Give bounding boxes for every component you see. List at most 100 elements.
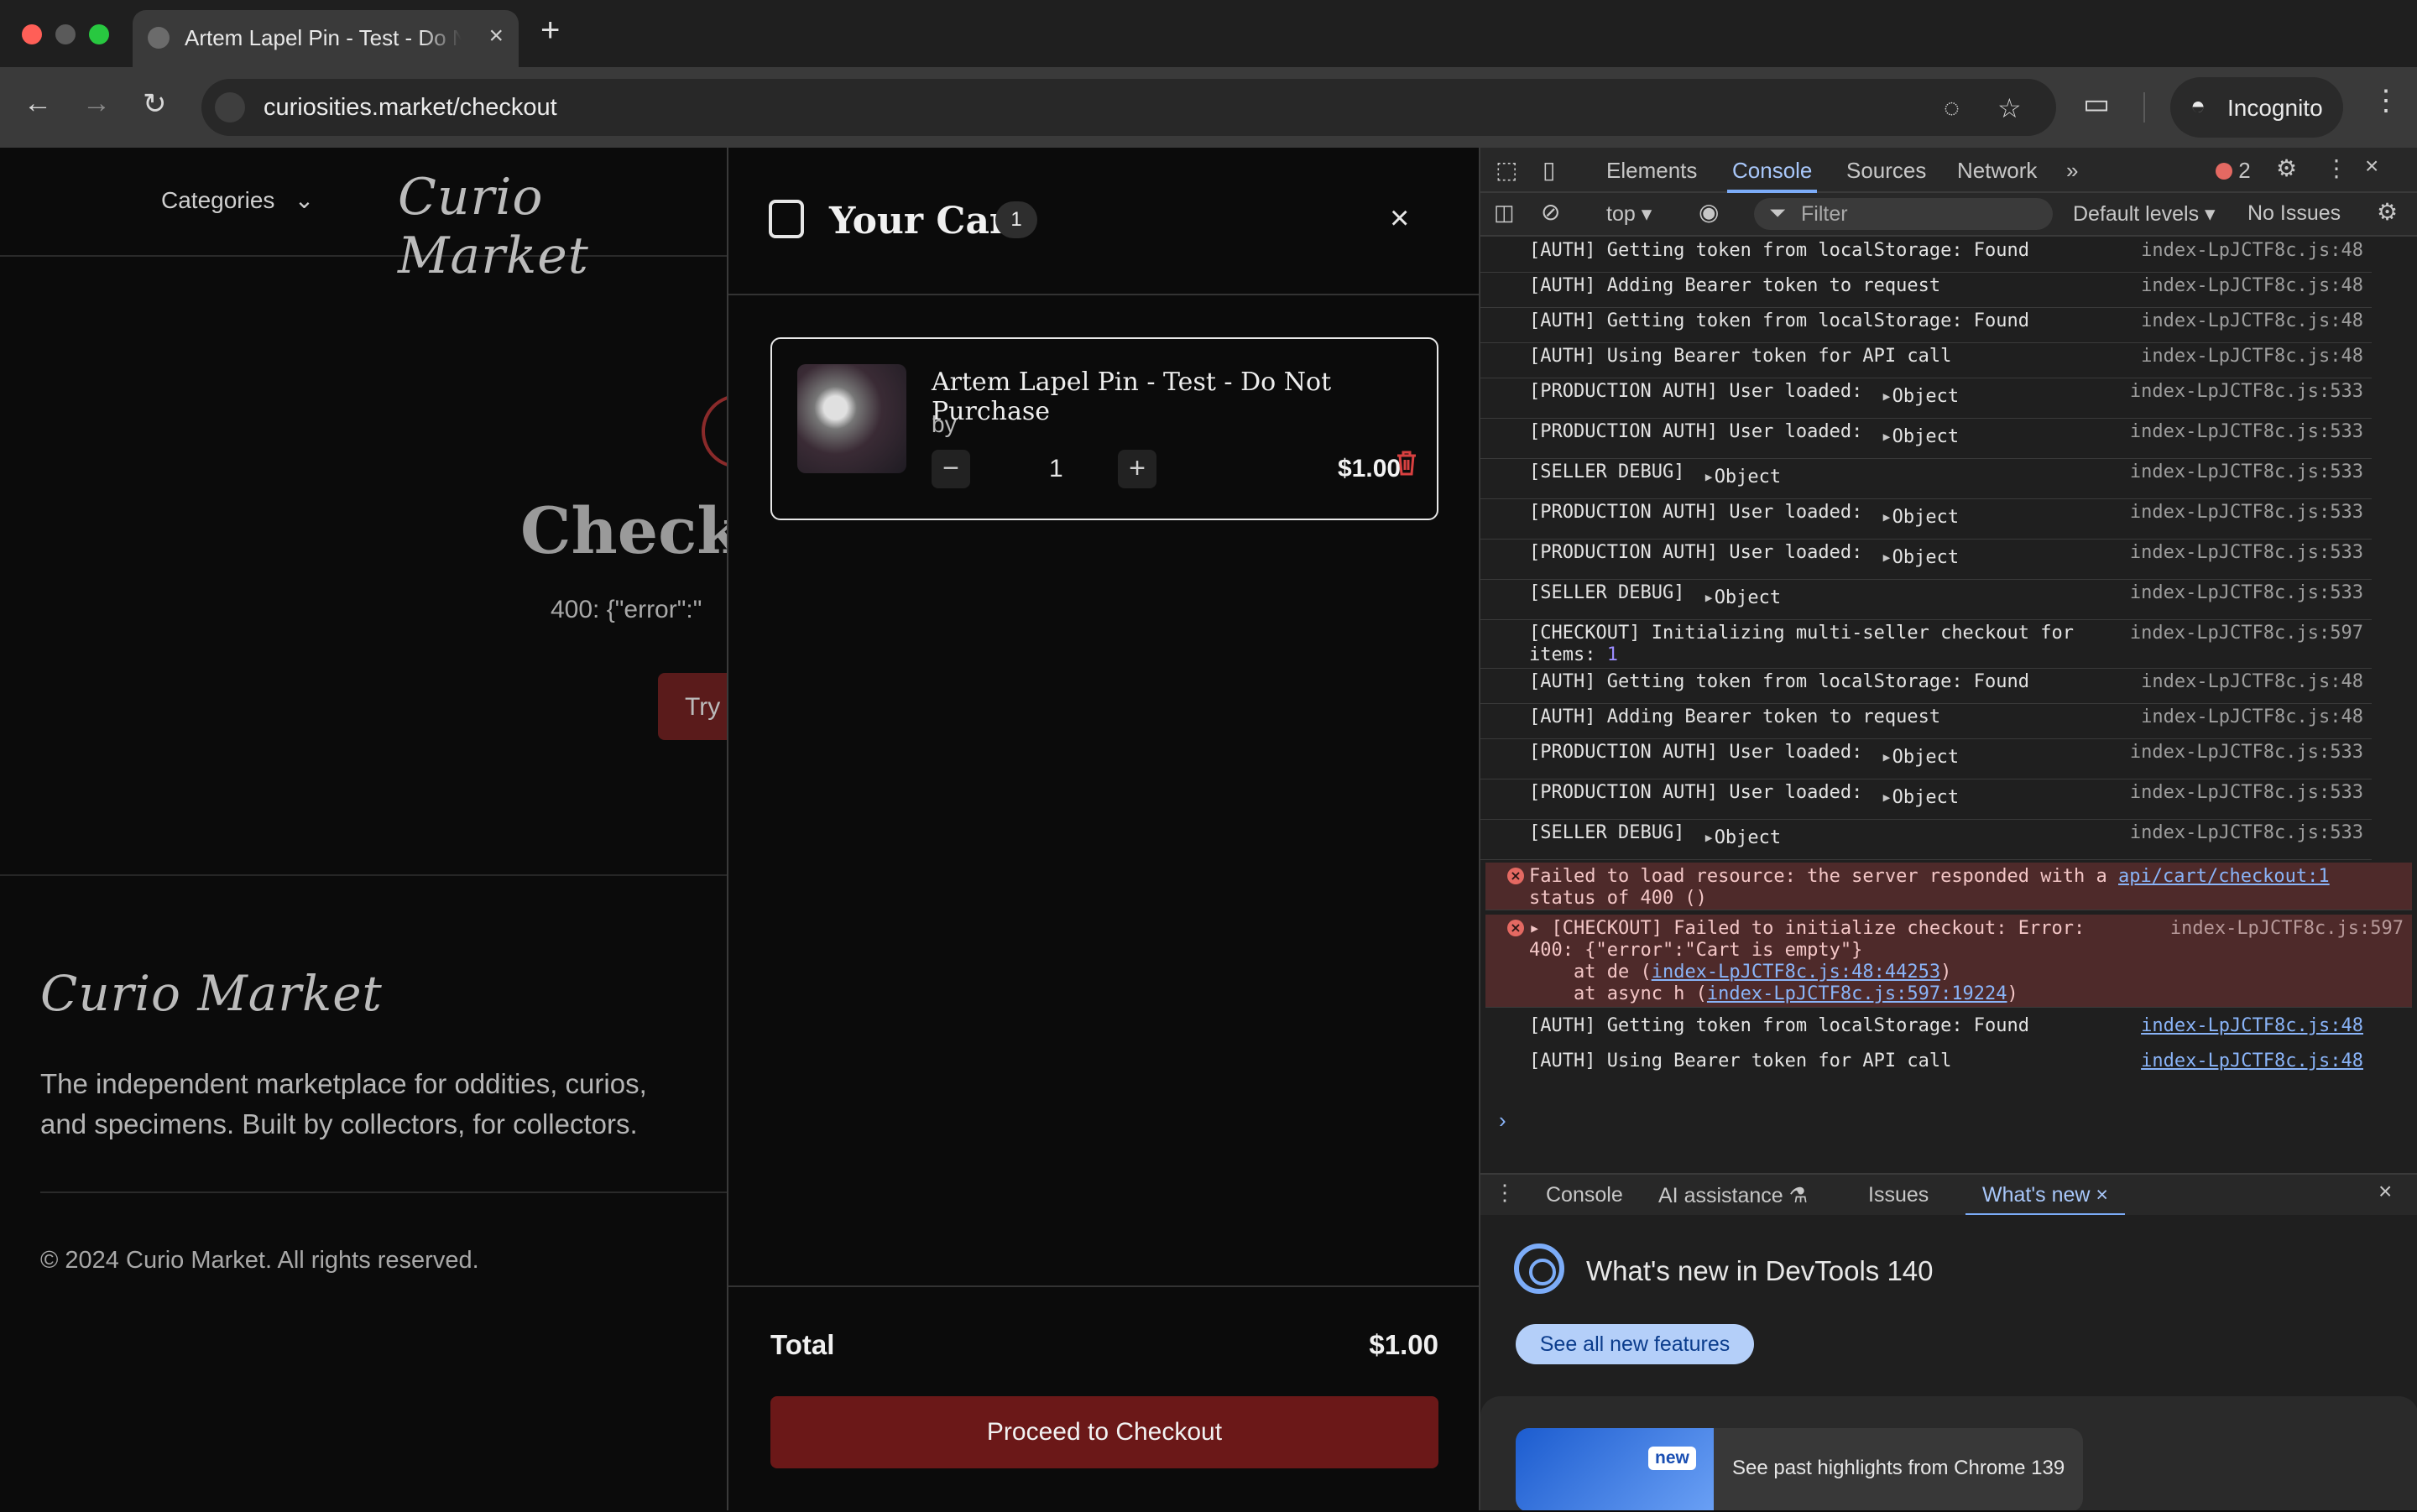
log-source-link[interactable]: index-LpJCTF8c.js:48 <box>2141 346 2363 367</box>
log-source-link[interactable]: index-LpJCTF8c.js:533 <box>2130 742 2363 763</box>
inspect-element-icon[interactable]: ⬚ <box>1496 156 1517 184</box>
error-icon: × <box>1507 920 1524 936</box>
close-tab-icon[interactable]: × <box>2096 1183 2108 1207</box>
issues-counter[interactable]: No Issues <box>2247 201 2341 226</box>
log-source-link[interactable]: index-LpJCTF8c.js:533 <box>2130 822 2363 843</box>
tab-elements[interactable]: Elements <box>1606 158 1697 184</box>
drawer-menu-icon[interactable]: ⋮ <box>1494 1180 1516 1206</box>
close-devtools-icon[interactable]: × <box>2365 153 2378 180</box>
drawer-tab-whats-new[interactable]: What's new × <box>1965 1183 2125 1217</box>
zoom-window-button[interactable] <box>89 24 109 44</box>
devtools-menu-icon[interactable]: ⋮ <box>2325 154 2348 182</box>
close-cart-icon[interactable]: × <box>1390 200 1409 237</box>
decrease-quantity-button[interactable]: − <box>932 450 970 488</box>
log-source-link[interactable]: index-LpJCTF8c.js:48 <box>2141 1051 2363 1071</box>
log-source-link[interactable]: index-LpJCTF8c.js:597 <box>2130 623 2363 644</box>
context-selector[interactable]: top ▾ <box>1606 201 1652 227</box>
log-source-link[interactable]: index-LpJCTF8c.js:597 <box>2170 918 2404 939</box>
star-icon[interactable]: ☆ <box>1997 92 2022 124</box>
log-source-link[interactable]: index-LpJCTF8c.js:533 <box>2130 542 2363 563</box>
log-source-link[interactable]: index-LpJCTF8c.js:533 <box>2130 582 2363 603</box>
see-all-features-button[interactable]: See all new features <box>1516 1324 1754 1364</box>
stack-frame-link[interactable]: index-LpJCTF8c.js:597:19224 <box>1707 983 2007 1004</box>
site-logo[interactable]: Curio Market <box>398 168 727 285</box>
tab-console[interactable]: Console <box>1726 158 1818 193</box>
globe-icon <box>148 27 170 49</box>
increase-quantity-button[interactable]: + <box>1118 450 1156 488</box>
console-log-row: [SELLER DEBUG] Object index-LpJCTF8c.js:53… <box>1480 579 2372 620</box>
stack-frame-prefix: at async h ( <box>1529 983 1707 1004</box>
object-expander[interactable]: Object <box>1881 507 1959 528</box>
log-source-link[interactable]: index-LpJCTF8c.js:48 <box>2141 671 2363 692</box>
drawer-tab-ai-assistance[interactable]: AI assistance ⚗ <box>1658 1183 1808 1208</box>
new-tab-button[interactable]: + <box>540 12 560 50</box>
error-count-badge[interactable]: 2 <box>2216 158 2251 184</box>
log-source-link[interactable]: index-LpJCTF8c.js:48 <box>2141 706 2363 727</box>
stack-frame-link[interactable]: index-LpJCTF8c.js:48:44253 <box>1652 962 1940 983</box>
object-expander[interactable]: Object <box>1703 827 1781 848</box>
more-tabs-icon[interactable]: » <box>2066 158 2078 184</box>
browser-menu-icon[interactable]: ⋮ <box>2372 84 2400 117</box>
product-thumbnail[interactable] <box>797 364 906 473</box>
log-source-link[interactable]: index-LpJCTF8c.js:533 <box>2130 782 2363 803</box>
address-bar[interactable]: curiosities.market/checkout ◌ ☆ <box>201 79 2056 136</box>
cast-icon[interactable]: ▭ <box>2083 87 2110 121</box>
settings-gear-icon[interactable]: ⚙ <box>2276 154 2297 182</box>
proceed-to-checkout-button[interactable]: Proceed to Checkout <box>770 1396 1438 1468</box>
trash-icon[interactable] <box>1395 450 1418 477</box>
console-filter-input[interactable]: ⏷ Filter <box>1754 198 2053 230</box>
clear-console-icon[interactable]: ⊘ <box>1541 198 1560 226</box>
object-expander[interactable]: Object <box>1881 547 1959 568</box>
sidebar-toggle-icon[interactable]: ◫ <box>1494 200 1515 226</box>
log-source-link[interactable]: index-LpJCTF8c.js:48 <box>2141 275 2363 296</box>
new-badge: new <box>1648 1447 1696 1470</box>
log-message: [AUTH] Using Bearer token for API call <box>1529 346 1952 367</box>
log-source-link[interactable]: index-LpJCTF8c.js:533 <box>2130 421 2363 442</box>
log-source-link[interactable]: index-LpJCTF8c.js:48 <box>2141 240 2363 261</box>
object-expander[interactable]: Object <box>1881 426 1959 447</box>
object-expander[interactable]: Object <box>1881 747 1959 768</box>
categories-menu[interactable]: Categories ⌄ <box>161 186 314 214</box>
close-window-button[interactable] <box>22 24 42 44</box>
product-name[interactable]: Artem Lapel Pin - Test - Do Not Purchase <box>932 368 1437 426</box>
device-toolbar-icon[interactable]: ▯ <box>1543 156 1555 184</box>
log-source-link[interactable]: index-LpJCTF8c.js:533 <box>2130 461 2363 482</box>
log-levels-dropdown[interactable]: Default levels ▾ <box>2073 201 2216 227</box>
whats-new-title: What's new in DevTools 140 <box>1586 1255 1934 1286</box>
past-highlights-card[interactable]: new See past highlights from Chrome 139 <box>1516 1428 2083 1510</box>
object-expander[interactable]: Object <box>1881 787 1959 808</box>
tab-close-icon[interactable]: × <box>488 22 504 50</box>
try-again-button[interactable]: Try <box>658 673 727 740</box>
url-text[interactable]: curiosities.market/checkout <box>264 94 557 122</box>
incognito-badge[interactable]: ◓ Incognito <box>2170 77 2343 138</box>
log-source-link[interactable]: index-LpJCTF8c.js:533 <box>2130 381 2363 402</box>
tab-network[interactable]: Network <box>1957 158 2037 184</box>
object-expander[interactable]: Object <box>1703 587 1781 608</box>
log-source-link[interactable]: index-LpJCTF8c.js:533 <box>2130 502 2363 523</box>
close-drawer-icon[interactable]: × <box>2378 1178 2392 1205</box>
browser-tab[interactable]: Artem Lapel Pin - Test - Do Not Purchase… <box>133 10 519 67</box>
live-expression-eye-icon[interactable]: ◉ <box>1699 198 1719 226</box>
log-source-link[interactable]: index-LpJCTF8c.js:48 <box>2141 310 2363 331</box>
expand-triangle-icon[interactable]: ▸ <box>1529 918 1540 939</box>
log-source-link[interactable]: index-LpJCTF8c.js:48 <box>2141 1015 2363 1036</box>
site-info-icon[interactable] <box>215 92 245 123</box>
error-resource-link[interactable]: api/cart/checkout:1 <box>2118 866 2330 887</box>
tab-title: Artem Lapel Pin - Test - Do Not Purchase <box>185 25 462 50</box>
reload-icon[interactable]: ↻ <box>143 87 167 121</box>
drawer-tab-console[interactable]: Console <box>1546 1183 1623 1207</box>
object-expander[interactable]: Object <box>1703 467 1781 487</box>
console-settings-icon[interactable]: ⚙ <box>2377 198 2398 226</box>
log-message: [SELLER DEBUG] Object <box>1529 461 1781 487</box>
log-message: [SELLER DEBUG] Object <box>1529 822 1781 848</box>
console-log-row: [AUTH] Using Bearer token for API call in… <box>1480 342 2372 378</box>
eye-off-icon[interactable]: ◌ <box>1944 92 1960 123</box>
tab-sources[interactable]: Sources <box>1846 158 1926 184</box>
console-prompt[interactable]: › <box>1499 1108 1506 1134</box>
forward-icon[interactable]: → <box>82 87 111 120</box>
back-icon[interactable]: ← <box>23 87 52 120</box>
object-expander[interactable]: Object <box>1881 386 1959 407</box>
minimize-window-button[interactable] <box>55 24 76 44</box>
drawer-tab-issues[interactable]: Issues <box>1868 1183 1929 1207</box>
checkout-title: Checko <box>520 493 727 568</box>
